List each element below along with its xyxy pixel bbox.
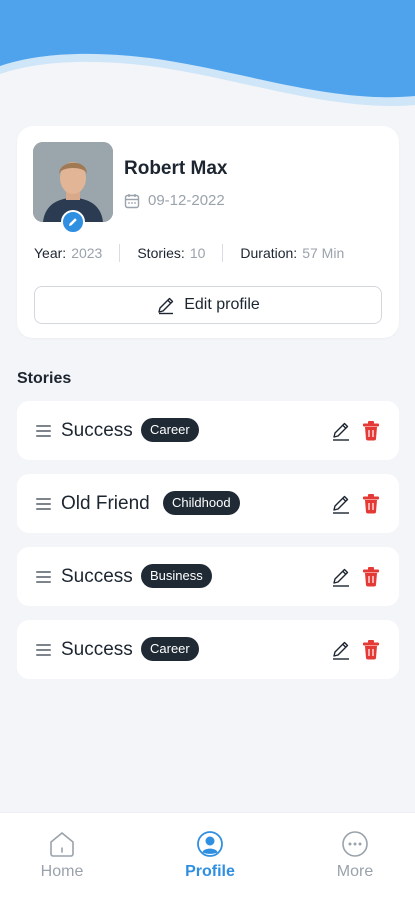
nav-profile-label: Profile: [185, 863, 235, 880]
story-tag: Career: [141, 418, 199, 442]
profile-date: 09-12-2022: [148, 192, 225, 209]
nav-more-label: More: [336, 863, 374, 880]
edit-profile-label: Edit profile: [184, 296, 260, 313]
stat-year-label: Year:: [34, 245, 67, 261]
divider: [222, 244, 224, 262]
story-item[interactable]: Old Friend Childhood: [17, 474, 399, 533]
avatar-edit-button[interactable]: [61, 210, 85, 234]
nav-home[interactable]: Home: [17, 829, 107, 881]
pencil-icon: [158, 297, 174, 315]
profile-card: Robert Max 09-12-2022 Year: 2023 Stories…: [17, 126, 399, 338]
trash-icon[interactable]: [362, 639, 380, 660]
story-title: Success: [61, 639, 133, 660]
stat-stories-label: Stories:: [137, 245, 185, 261]
stat-duration: Duration: 57 Min: [240, 245, 344, 261]
bottom-nav: Home Profile More: [0, 812, 415, 900]
edit-profile-button[interactable]: Edit profile: [34, 286, 382, 324]
profile-stats: Year: 2023 Stories: 10 Duration: 57 Min: [34, 244, 384, 262]
trash-icon[interactable]: [362, 493, 380, 514]
story-item[interactable]: Success Business: [17, 547, 399, 606]
header-wave: [0, 0, 415, 106]
edit-icon[interactable]: [331, 493, 351, 515]
edit-icon[interactable]: [331, 639, 351, 661]
story-title: Success: [61, 566, 133, 587]
trash-icon[interactable]: [362, 420, 380, 441]
drag-handle-icon[interactable]: [36, 425, 51, 440]
nav-more[interactable]: More: [310, 829, 400, 881]
edit-icon[interactable]: [331, 566, 351, 588]
pencil-icon: [69, 218, 77, 226]
story-title: Old Friend: [61, 493, 150, 514]
drag-handle-icon[interactable]: [36, 571, 51, 586]
nav-profile[interactable]: Profile: [165, 829, 255, 881]
edit-icon[interactable]: [331, 420, 351, 442]
story-tag: Career: [141, 637, 199, 661]
calendar-icon: [124, 193, 140, 208]
story-title: Success: [61, 420, 133, 441]
drag-handle-icon[interactable]: [36, 644, 51, 659]
stat-duration-label: Duration:: [240, 245, 298, 261]
story-tag: Childhood: [163, 491, 240, 515]
home-icon: [50, 832, 74, 857]
story-tag: Business: [141, 564, 212, 588]
stories-heading: Stories: [17, 370, 72, 387]
stat-stories-value: 10: [189, 245, 206, 261]
stat-stories: Stories: 10: [137, 245, 205, 261]
drag-handle-icon[interactable]: [36, 498, 51, 513]
profile-name: Robert Max: [124, 158, 228, 179]
more-icon: [342, 831, 368, 857]
divider: [119, 244, 121, 262]
profile-icon: [197, 831, 223, 857]
story-item[interactable]: Success Career: [17, 401, 399, 460]
stat-year: Year: 2023: [34, 245, 102, 261]
trash-icon[interactable]: [362, 566, 380, 587]
nav-home-label: Home: [40, 863, 84, 880]
stat-year-value: 2023: [71, 245, 103, 261]
profile-date-row: 09-12-2022: [124, 192, 225, 209]
story-item[interactable]: Success Career: [17, 620, 399, 679]
stat-duration-value: 57 Min: [302, 245, 345, 261]
